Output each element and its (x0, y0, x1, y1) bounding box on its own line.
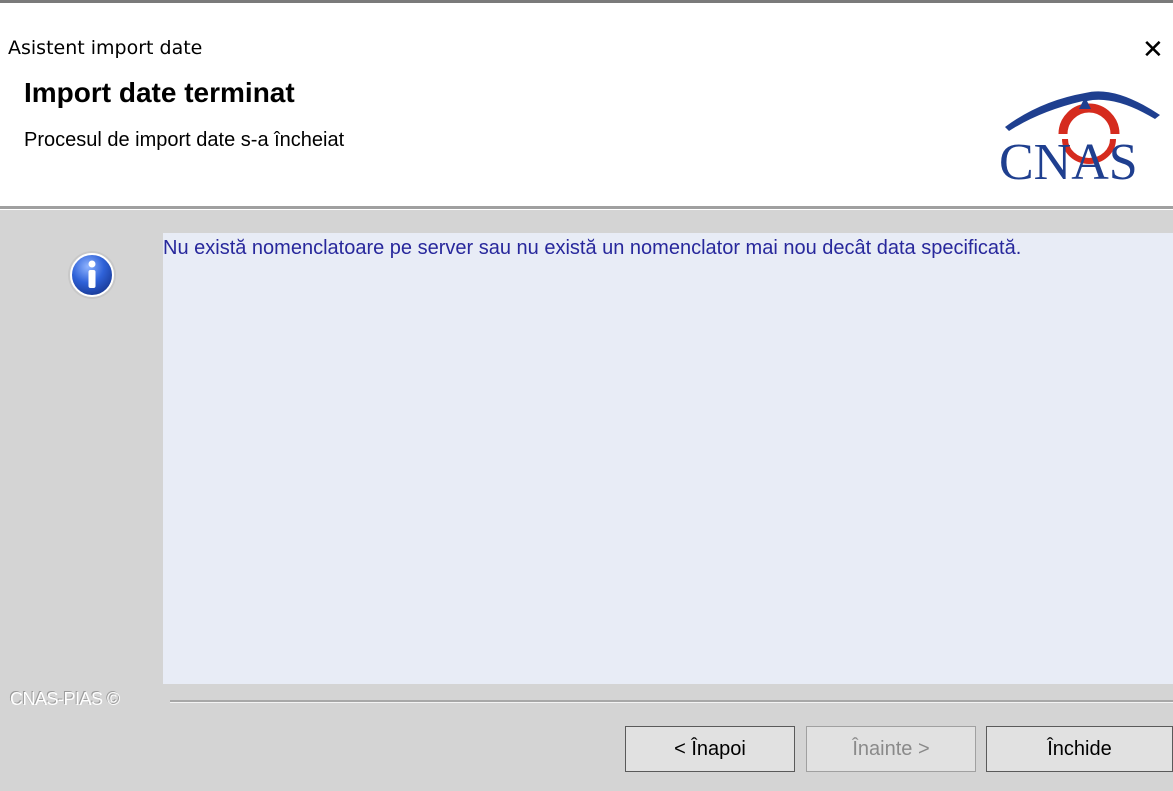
logo-arc (1058, 103, 1120, 135)
page-subtitle: Procesul de import date s-a încheiat (24, 129, 345, 151)
logo-text: CNAS (999, 134, 1138, 189)
footer-group-label: CNAS-PIAS © (10, 689, 120, 709)
close-icon[interactable]: ✕ (1142, 29, 1173, 69)
window-title: Asistent import date (8, 37, 203, 59)
window-top-border (0, 0, 1173, 9)
cnas-logo: CNAS (999, 91, 1160, 189)
info-icon (68, 251, 116, 299)
back-button[interactable]: < Înapoi (625, 726, 795, 772)
wizard-header: Import date terminat Procesul de import … (0, 67, 1173, 206)
page-title: Import date terminat (24, 77, 295, 108)
close-button[interactable]: Închide (986, 726, 1173, 772)
info-message: Nu există nomenclatoare pe server sau nu… (163, 237, 1022, 259)
next-button[interactable]: Înainte > (806, 726, 976, 772)
footer-group-line (170, 700, 1173, 703)
title-bar: Asistent import date ✕ (0, 9, 1173, 67)
message-area: Nu există nomenclatoare pe server sau nu… (163, 233, 1173, 684)
wizard-content: Nu există nomenclatoare pe server sau nu… (0, 210, 1173, 791)
